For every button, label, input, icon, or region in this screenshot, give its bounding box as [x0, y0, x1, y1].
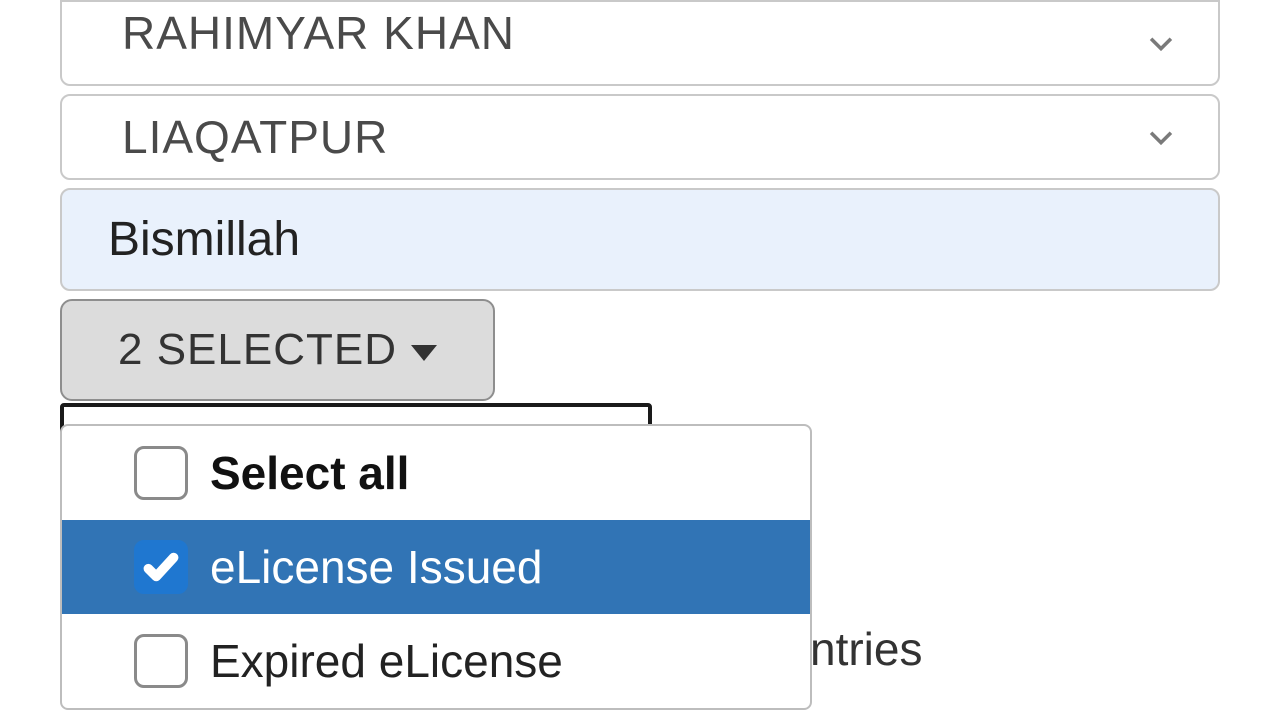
checkbox-checked[interactable]: [134, 540, 188, 594]
option-expired-elicense[interactable]: Expired eLicense: [62, 614, 810, 708]
option-label: Select all: [210, 446, 409, 500]
option-label: Expired eLicense: [210, 634, 563, 688]
option-select-all[interactable]: Select all: [62, 426, 810, 520]
status-multiselect-dropdown: Select all eLicense Issued Expired eLice…: [60, 424, 812, 710]
option-label: eLicense Issued: [210, 540, 542, 594]
checkbox-unchecked[interactable]: [134, 634, 188, 688]
status-multiselect-label: 2 SELECTED: [118, 325, 397, 375]
checkbox-unchecked[interactable]: [134, 446, 188, 500]
district-select[interactable]: RAHIMYAR KHAN: [60, 0, 1220, 86]
district-select-value: RAHIMYAR KHAN: [122, 6, 515, 60]
status-multiselect-button[interactable]: 2 SELECTED: [60, 299, 495, 401]
tehsil-select-value: LIAQATPUR: [122, 110, 388, 164]
chevron-down-icon: [1144, 26, 1178, 60]
chevron-down-icon: [1144, 120, 1178, 154]
caret-down-icon: [411, 345, 437, 361]
search-input[interactable]: Bismillah: [60, 188, 1220, 291]
option-elicense-issued[interactable]: eLicense Issued: [62, 520, 810, 614]
entries-text-fragment: ntries: [810, 622, 922, 676]
search-input-value: Bismillah: [108, 213, 300, 266]
tehsil-select[interactable]: LIAQATPUR: [60, 94, 1220, 180]
